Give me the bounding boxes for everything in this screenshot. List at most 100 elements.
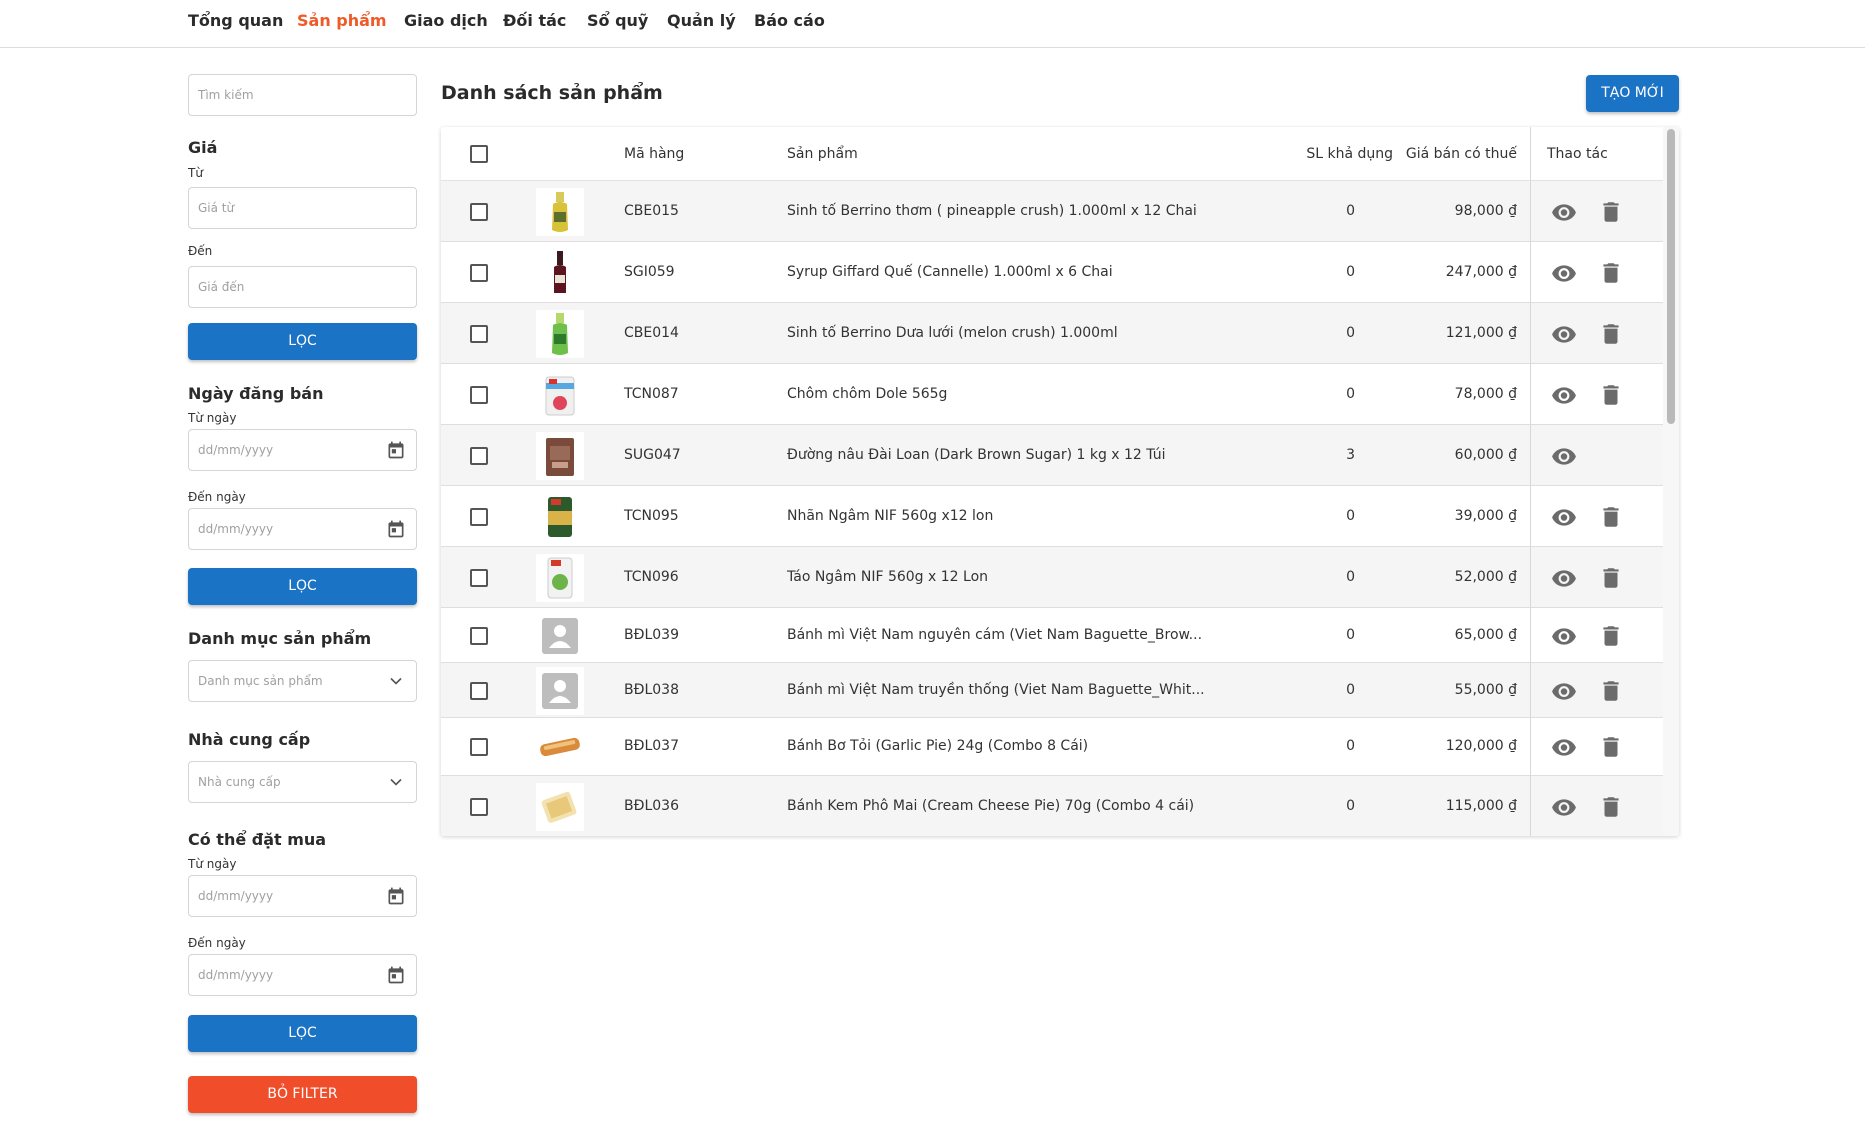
price-filter-button[interactable]: LỌC (188, 323, 417, 360)
calendar-icon[interactable] (386, 519, 406, 539)
product-thumbnail-image (547, 557, 573, 598)
row-checkbox[interactable] (470, 626, 488, 645)
sale-date-to-input[interactable]: dd/mm/yyyy (188, 508, 417, 550)
table-row[interactable]: TCN087 Chôm chôm Dole 565g 0 78,000 ₫ (441, 364, 1663, 425)
delete-trash-icon[interactable] (1598, 382, 1624, 408)
row-checkbox[interactable] (470, 202, 488, 221)
row-checkbox[interactable] (470, 797, 488, 816)
row-checkbox[interactable] (470, 385, 488, 404)
view-eye-icon[interactable] (1551, 382, 1577, 408)
nav-item-reports[interactable]: Báo cáo (754, 11, 825, 30)
row-checkbox[interactable] (470, 263, 488, 282)
delete-trash-icon[interactable] (1598, 565, 1624, 591)
create-new-button[interactable]: TẠO MỚI (1586, 75, 1679, 112)
product-code: CBE014 (624, 324, 679, 341)
view-eye-icon[interactable] (1551, 565, 1577, 591)
price-to-input[interactable]: Giá đến (188, 266, 417, 308)
delete-trash-icon[interactable] (1598, 504, 1624, 530)
product-name: Bánh mì Việt Nam nguyên cám (Viet Nam Ba… (787, 626, 1203, 643)
clear-filter-button[interactable]: BỎ FILTER (188, 1076, 417, 1113)
row-checkbox[interactable] (470, 738, 488, 756)
select-all-checkbox[interactable] (470, 145, 488, 163)
page-title: Danh sách sản phẩm (441, 82, 663, 104)
nav-item-partners[interactable]: Đối tác (503, 11, 566, 30)
calendar-icon[interactable] (386, 886, 406, 906)
price-from-placeholder: Giá từ (198, 201, 235, 215)
delete-trash-icon[interactable] (1598, 260, 1624, 286)
column-header-code[interactable]: Mã hàng (624, 146, 684, 162)
product-code: BĐL039 (624, 626, 679, 643)
calendar-icon[interactable] (386, 440, 406, 460)
column-header-available-qty[interactable]: SL khả dụng (1221, 146, 1393, 162)
column-header-price[interactable]: Giá bán có thuế (1401, 146, 1517, 162)
sale-date-from-placeholder: dd/mm/yyyy (198, 443, 274, 457)
supplier-select[interactable]: Nhà cung cấp (188, 761, 417, 803)
eye-icon (1552, 508, 1576, 526)
delete-trash-icon[interactable] (1598, 623, 1624, 649)
table-row[interactable]: BĐL039 Bánh mì Việt Nam nguyên cám (Viet … (441, 608, 1663, 663)
row-checkbox[interactable] (470, 324, 488, 343)
orderable-to-input[interactable]: dd/mm/yyyy (188, 954, 417, 996)
table-row[interactable]: CBE015 Sinh tố Berrino thơm ( pineapple c… (441, 181, 1663, 242)
table-row[interactable]: TCN096 Táo Ngâm NIF 560g x 12 Lon 0 52,000 … (441, 547, 1663, 608)
view-eye-icon[interactable] (1551, 623, 1577, 649)
delete-trash-icon[interactable] (1598, 199, 1624, 225)
price-filter-title: Giá (188, 138, 218, 157)
orderable-to-label: Đến ngày (188, 936, 246, 950)
nav-item-overview[interactable]: Tổng quan (188, 11, 283, 30)
price-from-input[interactable]: Giá từ (188, 187, 417, 229)
category-select[interactable]: Danh mục sản phẩm (188, 660, 417, 702)
view-eye-icon[interactable] (1551, 678, 1577, 704)
table-row[interactable]: CBE014 Sinh tố Berrino Dưa lưới (melon cr… (441, 303, 1663, 364)
available-qty: 0 (1346, 797, 1355, 814)
product-code: TCN087 (624, 385, 679, 402)
column-divider (1530, 127, 1531, 181)
table-row[interactable]: TCN095 Nhãn Ngâm NIF 560g x12 lon 0 39,000 … (441, 486, 1663, 547)
calendar-icon[interactable] (386, 965, 406, 985)
row-checkbox[interactable] (470, 507, 488, 526)
orderable-filter-button[interactable]: LỌC (188, 1015, 417, 1052)
category-filter-title: Danh mục sản phẩm (188, 629, 372, 648)
product-thumbnail-image (548, 496, 572, 537)
view-eye-icon[interactable] (1551, 199, 1577, 225)
sale-date-filter-button[interactable]: LỌC (188, 568, 417, 605)
table-row[interactable]: BĐL038 Bánh mì Việt Nam truyền thống (Vie… (441, 663, 1663, 718)
nav-item-products[interactable]: Sản phẩm (297, 11, 387, 30)
product-thumbnail (536, 782, 584, 831)
delete-trash-icon[interactable] (1598, 734, 1624, 760)
table-row[interactable]: BĐL037 Bánh Bơ Tỏi (Garlic Pie) 24g (Comb… (441, 718, 1663, 776)
view-eye-icon[interactable] (1551, 260, 1577, 286)
product-thumbnail (536, 309, 584, 358)
eye-icon (1552, 798, 1576, 816)
row-checkbox[interactable] (470, 568, 488, 587)
table-row[interactable]: SUG047 Đường nâu Đài Loan (Dark Brown Sug… (441, 425, 1663, 486)
product-thumbnail-image (542, 672, 578, 709)
eye-icon (1552, 447, 1576, 465)
product-thumbnail-image (554, 250, 566, 293)
trash-icon (1603, 796, 1619, 817)
nav-item-transactions[interactable]: Giao dịch (404, 11, 488, 30)
view-eye-icon[interactable] (1551, 794, 1577, 820)
search-input[interactable]: Tìm kiếm (188, 74, 417, 116)
orderable-from-input[interactable]: dd/mm/yyyy (188, 875, 417, 917)
top-nav: Tổng quan Sản phẩm Giao dịch Đối tác Sổ … (0, 0, 1865, 48)
nav-item-cashbook[interactable]: Sổ quỹ (587, 11, 648, 30)
view-eye-icon[interactable] (1551, 504, 1577, 530)
table-row[interactable]: SGI059 Syrup Giffard Quế (Cannelle) 1.000… (441, 242, 1663, 303)
delete-trash-icon[interactable] (1598, 321, 1624, 347)
table-row[interactable]: BĐL036 Bánh Kem Phô Mai (Cream Cheese Pie… (441, 776, 1663, 836)
column-header-product[interactable]: Sản phẩm (787, 146, 858, 162)
row-checkbox[interactable] (470, 446, 488, 465)
product-name: Bánh Kem Phô Mai (Cream Cheese Pie) 70g … (787, 797, 1195, 814)
row-checkbox[interactable] (470, 681, 488, 700)
delete-trash-icon[interactable] (1598, 678, 1624, 704)
sale-date-from-input[interactable]: dd/mm/yyyy (188, 429, 417, 471)
column-divider (1530, 547, 1531, 608)
table-scrollbar-thumb[interactable] (1667, 129, 1675, 424)
delete-trash-icon[interactable] (1598, 794, 1624, 820)
view-eye-icon[interactable] (1551, 443, 1577, 469)
nav-item-management[interactable]: Quản lý (667, 11, 736, 30)
product-thumbnail (536, 553, 584, 602)
view-eye-icon[interactable] (1551, 321, 1577, 347)
view-eye-icon[interactable] (1551, 734, 1577, 760)
